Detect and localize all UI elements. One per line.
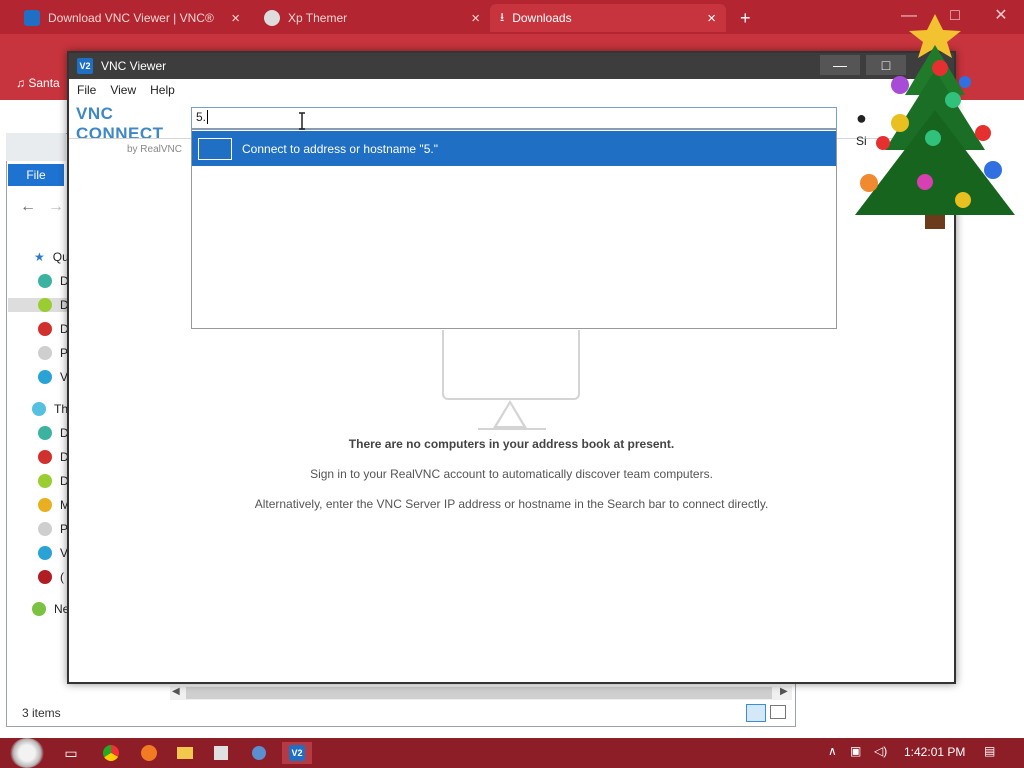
- network-icon[interactable]: ▣: [850, 744, 861, 758]
- monitor-base: [478, 428, 546, 430]
- large-icons-view-icon[interactable]: [770, 705, 786, 719]
- tab-label: Downloads: [512, 11, 572, 25]
- nav-item[interactable]: V: [38, 546, 68, 560]
- star-icon: ★: [34, 250, 45, 264]
- ornament-icon: [38, 546, 52, 560]
- scroll-right-icon[interactable]: ▶: [780, 686, 788, 697]
- christmas-tree-icon: [855, 14, 1015, 229]
- globe-icon: [264, 10, 280, 26]
- chrome-icon[interactable]: [100, 742, 122, 764]
- nav-label: (: [60, 570, 64, 584]
- ornament-icon: [32, 402, 46, 416]
- search-value: 5.: [196, 110, 207, 124]
- store-icon[interactable]: [210, 742, 232, 764]
- close-icon[interactable]: ×: [471, 10, 480, 27]
- text-cursor-icon: [299, 112, 305, 130]
- vnc-connect-logo: VNC CONNECT by RealVNC: [76, 104, 182, 155]
- tab-xp-themer[interactable]: Xp Themer ×: [254, 4, 490, 32]
- ornament-icon: [38, 426, 52, 440]
- tab-label: Xp Themer: [288, 11, 348, 25]
- forward-arrow-icon[interactable]: →: [48, 198, 64, 216]
- ornament-icon: [38, 570, 52, 584]
- ornament-icon: [38, 274, 52, 288]
- ornament-icon: [38, 370, 52, 384]
- clock[interactable]: 1:42:01 PM: [904, 745, 965, 759]
- item-count: 3 items: [22, 706, 61, 720]
- nav-item[interactable]: D: [38, 426, 69, 440]
- nav-item[interactable]: D: [38, 450, 69, 464]
- close-icon[interactable]: ×: [231, 10, 240, 27]
- ornament-icon: [38, 450, 52, 464]
- bookmark-santa[interactable]: ♫ Santa: [16, 76, 60, 90]
- menu-bar: File View Help: [69, 80, 954, 100]
- ornament-icon: [38, 346, 52, 360]
- back-arrow-icon[interactable]: ←: [20, 198, 36, 216]
- tab-label: Download VNC Viewer | VNC®: [48, 11, 214, 25]
- vnc-viewer-taskbar-icon[interactable]: V2: [282, 742, 312, 764]
- ornament-icon: [32, 602, 46, 616]
- nav-item-network[interactable]: Ne: [32, 602, 69, 616]
- ornament-icon: [38, 498, 52, 512]
- ornament-icon: [38, 474, 52, 488]
- bookmark-icon: ♫: [16, 76, 25, 90]
- monitor-icon: [198, 137, 232, 168]
- nav-item[interactable]: D: [38, 322, 69, 336]
- nav-label: Th: [54, 402, 69, 416]
- close-icon[interactable]: ×: [707, 10, 716, 27]
- empty-state-line1: Sign in to your RealVNC account to autom…: [310, 467, 713, 481]
- nav-item[interactable]: (: [38, 570, 64, 584]
- status-bar: 3 items: [8, 704, 792, 724]
- ornament-icon: [38, 298, 52, 312]
- nav-item[interactable]: P: [38, 522, 68, 536]
- tray-chevron-icon[interactable]: ∧: [828, 744, 837, 758]
- scroll-left-icon[interactable]: ◀: [172, 686, 180, 697]
- nav-item-this-pc[interactable]: Th: [32, 402, 68, 416]
- empty-monitor-illustration: [442, 330, 580, 400]
- nav-item[interactable]: V: [38, 370, 68, 384]
- app-icon[interactable]: [248, 742, 270, 764]
- window-title: VNC Viewer: [101, 59, 167, 73]
- empty-state-line2: Alternatively, enter the VNC Server IP a…: [254, 497, 769, 511]
- menu-help[interactable]: Help: [150, 80, 185, 100]
- ornament-icon: [38, 322, 52, 336]
- bookmark-label: Santa: [28, 76, 60, 90]
- notifications-icon[interactable]: ▤: [984, 744, 995, 758]
- suggestion-label: Connect to address or hostname "5.": [242, 141, 438, 156]
- ornament-icon: [38, 522, 52, 536]
- download-icon: ⭳: [500, 9, 505, 24]
- explorer-title-area: [6, 133, 66, 161]
- tab-downloads[interactable]: ⭳ Downloads ×: [490, 4, 726, 32]
- menu-view[interactable]: View: [110, 80, 146, 100]
- explorer-file-tab[interactable]: File: [8, 164, 64, 186]
- logo-subtext: by RealVNC: [126, 144, 182, 155]
- nav-item-quick-access[interactable]: ★ Qu: [34, 250, 69, 264]
- vnc-app-icon: V2: [77, 58, 93, 74]
- empty-state-title: There are no computers in your address b…: [348, 437, 675, 451]
- search-input[interactable]: 5.: [191, 107, 837, 129]
- nav-item[interactable]: D: [38, 474, 69, 488]
- nav-item[interactable]: M: [38, 498, 70, 512]
- start-button[interactable]: [10, 738, 44, 768]
- monitor-stand-inner: [497, 404, 523, 426]
- suggestion-connect-address[interactable]: Connect to address or hostname "5.": [192, 131, 836, 168]
- scrollbar-thumb[interactable]: [186, 687, 772, 699]
- volume-icon[interactable]: ◁): [874, 744, 887, 758]
- explorer-nav-pane: ★ Qu D D D P V Th D D D M P V ( Ne: [8, 240, 98, 630]
- tab-vnc-download[interactable]: Download VNC Viewer | VNC® ×: [14, 4, 250, 32]
- nav-item[interactable]: P: [38, 346, 68, 360]
- nav-item[interactable]: D: [38, 274, 69, 288]
- new-tab-button[interactable]: +: [740, 8, 751, 29]
- firefox-icon[interactable]: [138, 742, 160, 764]
- task-view-icon[interactable]: ▭: [60, 742, 82, 764]
- details-view-icon[interactable]: [746, 704, 766, 722]
- menu-file[interactable]: File: [77, 80, 106, 100]
- vnc-favicon-icon: [24, 10, 40, 26]
- file-explorer-icon[interactable]: [174, 742, 196, 764]
